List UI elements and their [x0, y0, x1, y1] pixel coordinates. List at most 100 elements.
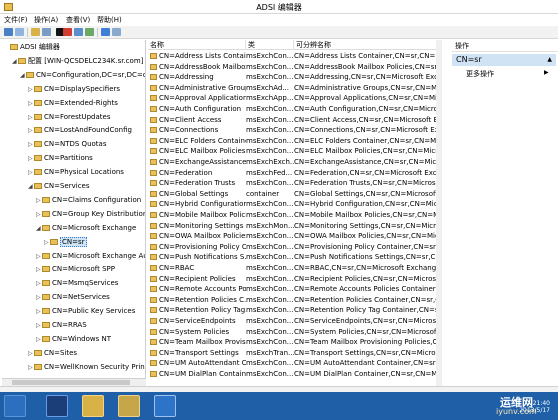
tree-item[interactable]: ADSI 编辑器	[4, 42, 60, 52]
list-row[interactable]: CN=Recipient Policies msExchCon... CN=Reci…	[148, 274, 441, 285]
export-icon[interactable]	[85, 28, 94, 36]
tree-item[interactable]: ▷ CN=Microsoft Exchange Aut	[36, 251, 145, 261]
tree-item[interactable]: ▷ CN=Partitions	[28, 153, 93, 163]
more-actions-link[interactable]: 更多操作 ▶	[466, 69, 549, 79]
tree-item[interactable]: ▷ CN=MsmqServices	[36, 278, 118, 288]
forward-icon[interactable]	[15, 28, 24, 36]
column-header-dn[interactable]: 可分辨名称	[294, 40, 441, 50]
show-hide-action-icon[interactable]	[112, 28, 121, 36]
cell-name: CN=UM DialPlan Contain...	[148, 369, 246, 380]
server-manager-icon[interactable]	[118, 395, 140, 417]
tree-item[interactable]: ▷ CN=Claims Configuration	[36, 195, 141, 205]
cell-dn: CN=Addressing,CN=sr,CN=Microsoft Exchang	[294, 73, 442, 82]
scrollbar-thumb[interactable]	[12, 380, 130, 385]
tree-item[interactable]: ▷ CN=LostAndFoundConfig	[28, 125, 132, 135]
tree-item[interactable]: ▷ CN=Extended-Rights	[28, 98, 118, 108]
list-row[interactable]: CN=RBAC msExchCon... CN=RBAC,CN=sr,CN=Micr…	[148, 263, 441, 274]
list-row[interactable]: CN=Connections msExchCon... CN=Connections…	[148, 125, 441, 136]
list-row[interactable]: CN=ServiceEndpoints msExchCon... CN=Servic…	[148, 316, 441, 327]
list-row[interactable]: CN=AddressBook Mailbox...msExchCon...CN=…	[148, 62, 441, 73]
adsi-edit-taskbar-icon[interactable]	[154, 395, 176, 417]
tree-item[interactable]: ◢ CN=Microsoft Exchange	[36, 223, 136, 233]
tree-item[interactable]: ▷ CN=Microsoft SPP	[36, 264, 115, 274]
list-row[interactable]: CN=Provisioning Policy C... msExchCon... C…	[148, 242, 441, 253]
cell-dn: CN=Remote Accounts Policies Container,CN	[294, 285, 442, 294]
list-row[interactable]: CN=Address Lists Contai... msExchCon... CN…	[148, 51, 441, 62]
powershell-icon[interactable]	[46, 395, 68, 417]
column-header-class[interactable]: 类	[246, 40, 294, 50]
explorer-icon[interactable]	[82, 395, 104, 417]
actions-pane: 操作 CN=sr ▲ 更多操作 ▶	[452, 40, 558, 386]
tree-item[interactable]: ▷ CN=NTDS Quotas	[28, 139, 106, 149]
folder-icon	[34, 141, 42, 148]
list-row[interactable]: CN=System Policies msExchCon... CN=System …	[148, 327, 441, 338]
menu-view[interactable]: 查看(V)	[66, 15, 90, 25]
tree-horizontal-scrollbar[interactable]	[2, 378, 146, 386]
list-row[interactable]: CN=Federation Trusts msExchCon... CN=Feder…	[148, 178, 441, 189]
list-row[interactable]: CN=Transport Settings msExchTran... CN=Tra…	[148, 348, 441, 359]
list-row[interactable]: CN=UM AutoAttendant C... msExchCon... CN=U…	[148, 358, 441, 369]
list-row[interactable]: CN=Mobile Mailbox Polici... msExchCon... C…	[148, 210, 441, 221]
delete-icon[interactable]	[63, 28, 72, 36]
list-row[interactable]: CN=Retention Policy Tag... msExchCon... CN…	[148, 305, 442, 316]
taskbar-clock[interactable]: 21:40 2013/5/17	[519, 400, 550, 414]
tree-item-label: CN=NTDS Quotas	[44, 140, 107, 149]
help-icon[interactable]	[101, 28, 110, 36]
tree-item[interactable]: ▷CN=WellKnown Security Principa	[28, 362, 145, 372]
list-row[interactable]: CN=Global Settings container CN=Global Set…	[148, 189, 441, 200]
list-row[interactable]: CN=ELC Folders Container msExchCon... CN=E…	[148, 136, 441, 147]
menu-help[interactable]: 帮助(H)	[97, 15, 122, 25]
folder-icon	[34, 113, 42, 120]
tree-item[interactable]: ▷ CN=ForestUpdates	[28, 112, 110, 122]
list-row[interactable]: CN=Remote Accounts Po... msExchCon... CN=R…	[148, 284, 442, 295]
list-row[interactable]: CN=Administrative Groups msExchAd... CN=Ad…	[148, 83, 441, 94]
tree-item[interactable]: ◢ 配置 [WIN-QCSDELC234K.sr.com]	[12, 56, 143, 66]
list-row[interactable]: CN=Team Mailbox Provisi... msExchCon... CN…	[148, 337, 441, 348]
start-icon[interactable]	[4, 395, 26, 417]
list-vertical-scrollbar[interactable]	[436, 40, 442, 386]
up-icon[interactable]	[31, 28, 40, 36]
folder-icon	[150, 296, 157, 303]
refresh-icon[interactable]	[74, 28, 83, 36]
tree-item[interactable]: ◢ CN=Services	[28, 181, 90, 191]
cell-name-text: CN=UM AutoAttendant C...	[159, 359, 246, 368]
tree-item[interactable]: ▷ CN=NetServices	[36, 292, 110, 302]
cell-name: CN=ELC Folders Container	[148, 136, 246, 147]
list-row[interactable]: CN=Retention Policies C... msExchCon... CN…	[148, 295, 441, 306]
show-hide-tree-icon[interactable]	[42, 28, 51, 36]
column-header-name[interactable]: 名称	[148, 40, 246, 50]
back-icon[interactable]	[4, 28, 13, 36]
collapse-icon[interactable]: ▲	[547, 54, 552, 66]
tree-item[interactable]: ▷ CN=Physical Locations	[28, 167, 124, 177]
tree-item[interactable]: ▷ CN=RRAS	[36, 320, 87, 330]
tree-item[interactable]: ▷ CN=sr	[44, 236, 87, 247]
cell-dn: CN=Approval Applications,CN=sr,CN=Micros	[294, 94, 442, 103]
tree-item-label: CN=Configuration,DC=sr,DC=com	[36, 70, 146, 79]
actions-section-header[interactable]: CN=sr ▲	[452, 54, 556, 66]
menu-action[interactable]: 操作(A)	[34, 15, 58, 25]
list-row[interactable]: CN=Approval Applications msExchApp... CN=A…	[148, 93, 442, 104]
list-row[interactable]: CN=Push Notifications S... msExchCon... CN…	[148, 252, 441, 263]
cell-name-text: CN=ExchangeAssistance	[159, 158, 246, 166]
list-row[interactable]: CN=Client Access msExchCon... CN=Client Ac…	[148, 115, 441, 126]
tree-item[interactable]: ◢ CN=Configuration,DC=sr,DC=com	[20, 70, 146, 80]
cell-name-text: CN=UM DialPlan Contain...	[159, 370, 246, 378]
list-row[interactable]: CN=Federation msExchFed... CN=Federation,C…	[148, 168, 441, 179]
tree-item[interactable]: ▷ CN=Public Key Services	[36, 306, 135, 316]
tree-item[interactable]: ▷ CN=Group Key Distribution S	[36, 209, 145, 219]
list-row[interactable]: CN=UM DialPlan Contain... msExchCon... CN=…	[148, 369, 441, 380]
list-row[interactable]: CN=ExchangeAssistance msExchExch... CN=Exc…	[148, 157, 441, 168]
folder-icon	[150, 286, 157, 293]
list-row[interactable]: CN=Monitoring Settings msExchMon... CN=Mon…	[148, 221, 441, 232]
menu-file[interactable]: 文件(F)	[4, 15, 28, 25]
cell-dn: CN=Retention Policy Tag Container,CN=sr,…	[294, 306, 442, 315]
list-row[interactable]: CN=Addressing msExchCon... CN=Addressing,C…	[148, 72, 442, 83]
list-row[interactable]: CN=ELC Mailbox Policies msExchCon... CN=EL…	[148, 146, 441, 157]
list-row[interactable]: CN=Hybrid Configuration msExchCon... CN=Hy…	[148, 199, 441, 210]
tree-item[interactable]: ▷ CN=DisplaySpecifiers	[28, 84, 120, 94]
cell-name-text: CN=Mobile Mailbox Polici...	[159, 211, 246, 219]
tree-item[interactable]: ▷ CN=Windows NT	[36, 334, 111, 344]
tree-item[interactable]: ▷ CN=Sites	[28, 348, 77, 358]
list-row[interactable]: CN=Auth Configuration msExchCon... CN=Auth…	[148, 104, 441, 115]
list-row[interactable]: CN=OWA Mailbox Policies msExchCon... CN=OW…	[148, 231, 441, 242]
